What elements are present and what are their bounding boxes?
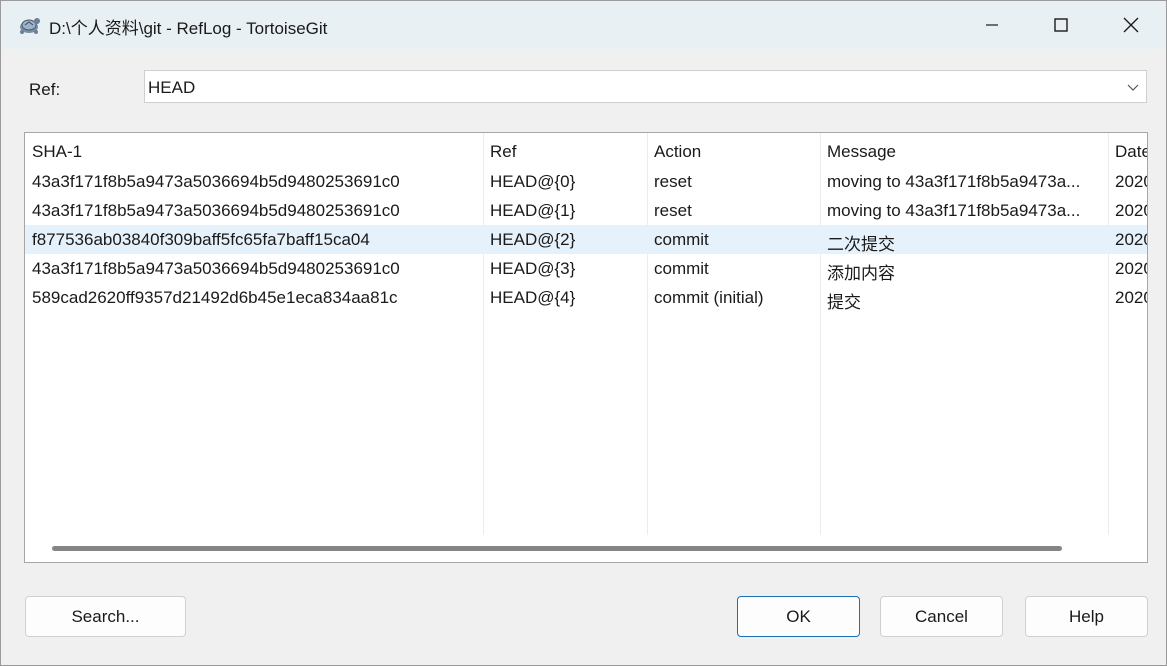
close-icon: [1123, 17, 1139, 33]
cell-date: 2020: [1115, 288, 1147, 307]
column-header-message[interactable]: Message: [827, 142, 896, 162]
table-row[interactable]: 43a3f171f8b5a9473a5036694b5d9480253691c0…: [25, 196, 1147, 225]
cell-sha: 43a3f171f8b5a9473a5036694b5d9480253691c0: [32, 172, 400, 191]
cell-sha: 589cad2620ff9357d21492d6b45e1eca834aa81c: [32, 288, 398, 307]
table-row[interactable]: 589cad2620ff9357d21492d6b45e1eca834aa81c…: [25, 283, 1147, 312]
cell-ref: HEAD@{2}: [490, 230, 576, 249]
title-bar[interactable]: D:\个人资料\git - RefLog - TortoiseGit: [1, 1, 1166, 49]
cell-message: moving to 43a3f171f8b5a9473a...: [827, 172, 1081, 191]
cell-sha: f877536ab03840f309baff5fc65fa7baff15ca04: [32, 230, 370, 249]
cancel-button[interactable]: Cancel: [880, 596, 1003, 637]
cell-message: moving to 43a3f171f8b5a9473a...: [827, 201, 1081, 220]
column-header-date[interactable]: Date: [1115, 142, 1147, 162]
cell-message: 提交: [827, 293, 861, 312]
cell-date: 2020: [1115, 172, 1147, 191]
tortoisegit-icon: [20, 18, 40, 34]
cell-date: 2020: [1115, 201, 1147, 220]
ref-label: Ref:: [29, 80, 61, 99]
cell-action: commit: [654, 230, 709, 249]
ok-button[interactable]: OK: [737, 596, 860, 637]
maximize-icon: [1054, 18, 1068, 32]
cell-date: 2020: [1115, 230, 1147, 249]
horizontal-scrollbar-thumb[interactable]: [52, 546, 1062, 551]
search-button[interactable]: Search...: [25, 596, 186, 637]
ref-dropdown-value: HEAD: [148, 78, 196, 97]
chevron-down-icon: [1127, 84, 1139, 91]
table-row-selected[interactable]: f877536ab03840f309baff5fc65fa7baff15ca04…: [25, 225, 1147, 254]
cell-message: 二次提交: [827, 235, 895, 254]
cell-action: commit: [654, 259, 709, 278]
maximize-button[interactable]: [1026, 1, 1096, 49]
column-header-sha[interactable]: SHA-1: [32, 142, 82, 162]
reflog-window: D:\个人资料\git - RefLog - TortoiseGit Ref: …: [0, 0, 1167, 666]
cell-action: commit (initial): [654, 288, 764, 307]
column-header-action[interactable]: Action: [654, 142, 701, 162]
cell-action: reset: [654, 172, 692, 191]
cell-sha: 43a3f171f8b5a9473a5036694b5d9480253691c0: [32, 201, 400, 220]
window-title: D:\个人资料\git - RefLog - TortoiseGit: [49, 19, 328, 38]
table-row[interactable]: 43a3f171f8b5a9473a5036694b5d9480253691c0…: [25, 254, 1147, 283]
minimize-icon: [986, 24, 998, 26]
cell-message: 添加内容: [827, 264, 895, 283]
cell-ref: HEAD@{3}: [490, 259, 576, 278]
table-row[interactable]: 43a3f171f8b5a9473a5036694b5d9480253691c0…: [25, 167, 1147, 196]
close-button[interactable]: [1096, 1, 1166, 49]
column-header-ref[interactable]: Ref: [490, 142, 516, 162]
cell-ref: HEAD@{4}: [490, 288, 576, 307]
cell-date: 2020: [1115, 259, 1147, 278]
ref-dropdown[interactable]: HEAD: [144, 70, 1147, 103]
help-button[interactable]: Help: [1025, 596, 1148, 637]
reflog-list[interactable]: SHA-1 Ref Action Message Date 43a3f171f8…: [24, 132, 1148, 563]
cell-ref: HEAD@{1}: [490, 201, 576, 220]
cell-ref: HEAD@{0}: [490, 172, 576, 191]
cell-action: reset: [654, 201, 692, 220]
minimize-button[interactable]: [957, 1, 1027, 49]
cell-sha: 43a3f171f8b5a9473a5036694b5d9480253691c0: [32, 259, 400, 278]
